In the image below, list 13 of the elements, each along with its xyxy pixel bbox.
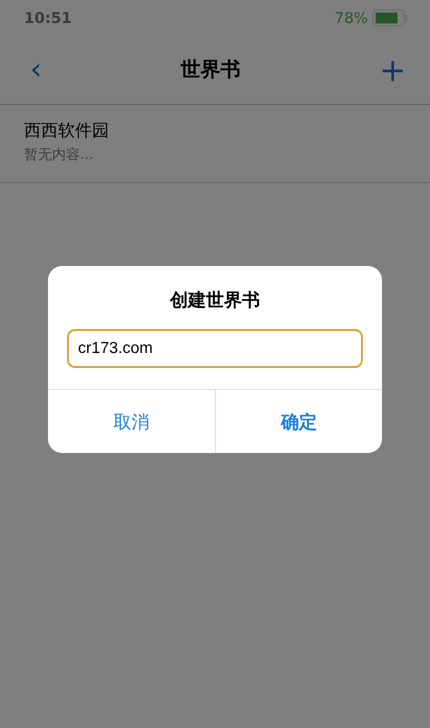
confirm-button[interactable]: 确定 — [214, 390, 382, 453]
back-button[interactable]: ‹ — [30, 54, 42, 84]
battery-percent: 78% — [334, 8, 368, 26]
add-button[interactable]: + — [379, 54, 406, 86]
input-field[interactable]: cr173.com — [67, 329, 363, 368]
item-title: 西西软件园 — [24, 120, 110, 142]
list-item[interactable]: 西西软件园 暂无内容... — [0, 105, 430, 183]
status-time: 10:51 — [24, 8, 72, 26]
page-title: 世界书 — [180, 56, 241, 83]
dialog-title: 创建世界书 — [168, 289, 261, 312]
item-subtitle: 暂无内容... — [24, 146, 94, 164]
battery-icon — [372, 8, 408, 26]
cancel-button[interactable]: 取消 — [48, 390, 214, 453]
